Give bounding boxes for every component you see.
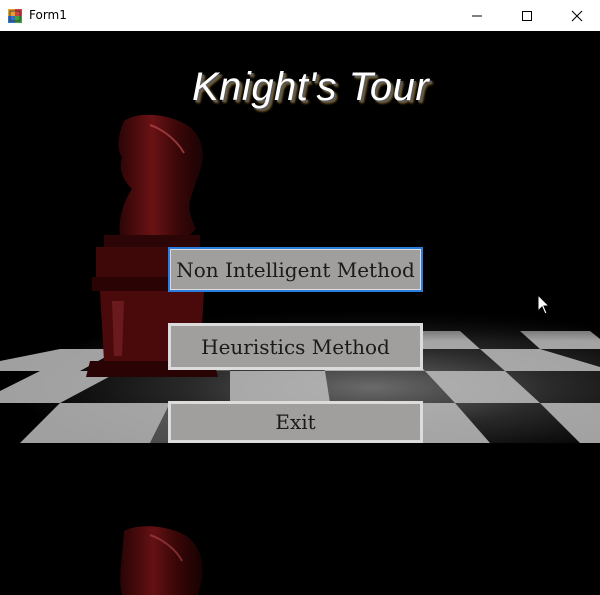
app-icon <box>8 8 22 23</box>
non-intelligent-method-button[interactable]: Non Intelligent Method <box>168 247 423 292</box>
minimize-icon <box>472 15 482 16</box>
minimize-button[interactable] <box>454 0 500 31</box>
form-client-area: Knight's Tour Non Intelligent Method Heu… <box>0 31 600 595</box>
heuristics-method-button[interactable]: Heuristics Method <box>168 323 423 370</box>
close-button[interactable] <box>554 0 600 31</box>
maximize-button[interactable] <box>504 0 550 31</box>
chessboard-background <box>0 114 600 595</box>
window-title: Form1 <box>29 8 67 22</box>
window-titlebar[interactable]: Form1 <box>0 0 600 31</box>
mouse-cursor-icon <box>537 294 551 315</box>
maximize-icon <box>522 10 532 21</box>
exit-button[interactable]: Exit <box>168 401 423 443</box>
close-icon <box>571 10 583 21</box>
game-title: Knight's Tour <box>192 65 430 109</box>
